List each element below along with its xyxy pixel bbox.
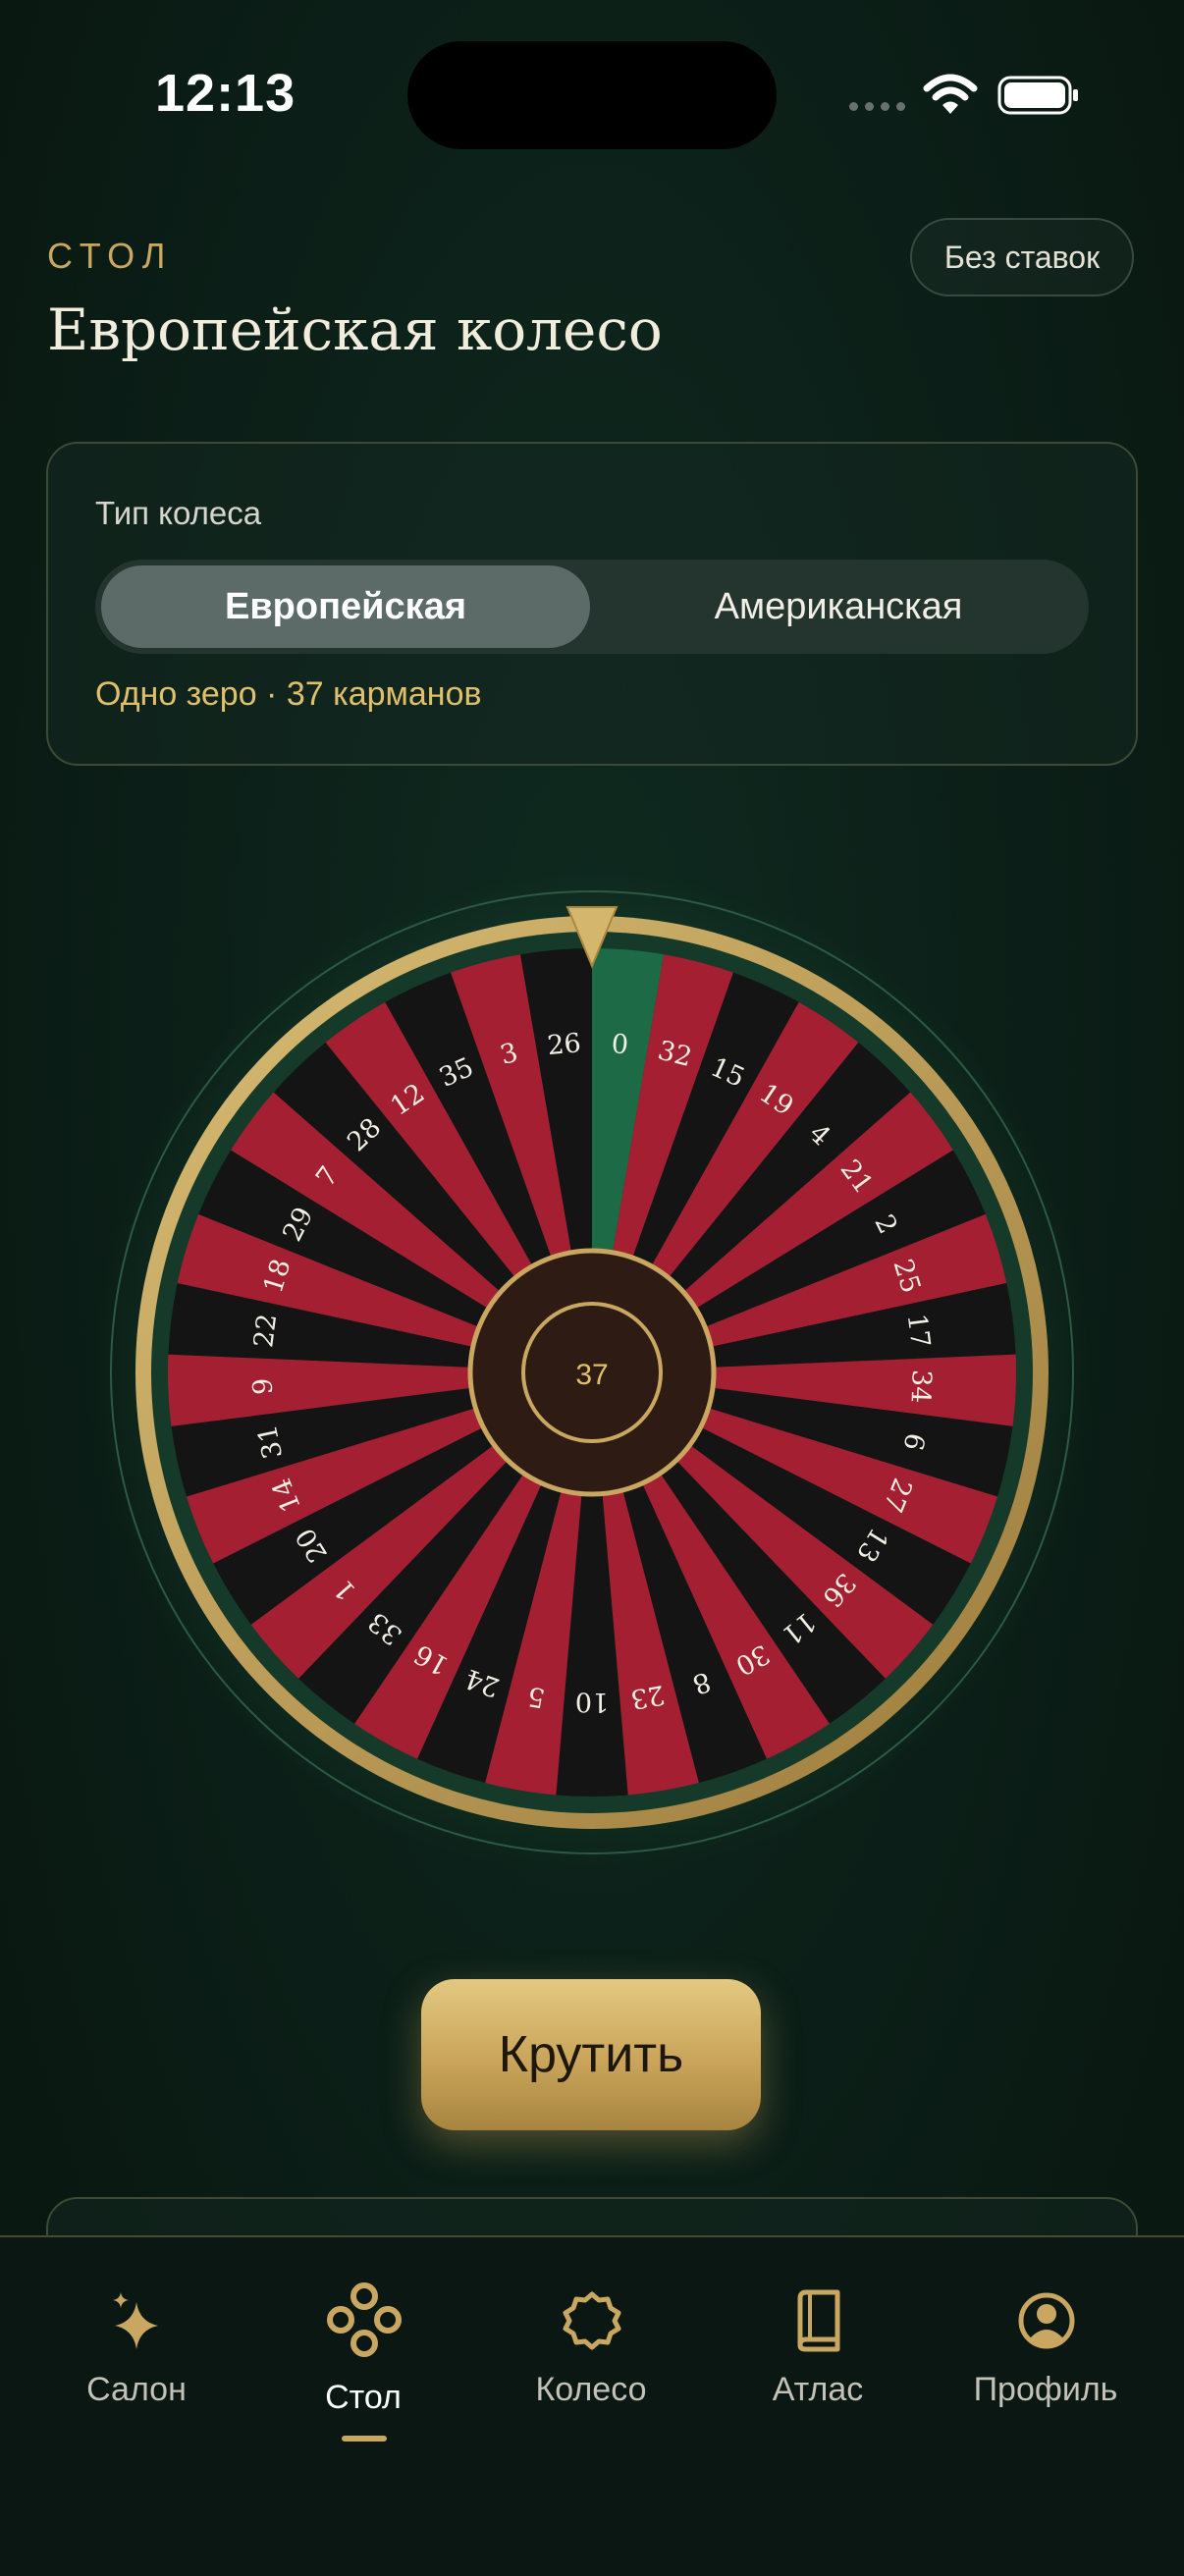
- profile-icon: [1018, 2292, 1075, 2349]
- tab-label: Салон: [86, 2371, 187, 2408]
- wheel-pocket-label: 17: [901, 1312, 936, 1349]
- book-icon: [797, 2289, 840, 2352]
- wheel-icon: [563, 2291, 621, 2350]
- tab-bar: Салон Стол Колесо Атлас Профиль: [0, 2235, 1184, 2576]
- cellular-signal-icon: [849, 102, 908, 116]
- page-title: Европейская колесо: [47, 296, 663, 363]
- roulette-wheel[interactable]: 0 32 1519421225173462713361130823105241633…: [0, 864, 1184, 1885]
- tab-salon[interactable]: Салон: [38, 2237, 235, 2473]
- section-eyebrow: СТОЛ: [47, 236, 174, 276]
- tab-atlas[interactable]: Атлас: [720, 2237, 916, 2473]
- wheel-pocket-label: 9: [247, 1377, 279, 1395]
- wheel-pocket-label: 34: [904, 1368, 936, 1404]
- status-time: 12:13: [155, 64, 296, 123]
- wheel-pocket-label: 22: [248, 1312, 283, 1349]
- tab-label: Профиль: [973, 2371, 1118, 2408]
- wheel-pocket-label: 23: [628, 1679, 667, 1714]
- tab-wheel[interactable]: Колесо: [493, 2237, 689, 2473]
- chips-icon: [327, 2282, 402, 2357]
- wheel-type-note: Одно зеро · 37 карманов: [95, 675, 482, 713]
- wheel-type-card: Тип колеса Европейская Американская Одно…: [46, 442, 1138, 766]
- dynamic-island: [407, 41, 777, 149]
- wifi-icon: [923, 74, 978, 114]
- active-tab-indicator: [342, 2436, 387, 2442]
- tab-label: Атлас: [772, 2371, 864, 2408]
- status-bar: 12:13: [0, 0, 1184, 196]
- segment-american[interactable]: Американская: [594, 565, 1083, 648]
- tab-profile[interactable]: Профиль: [947, 2237, 1144, 2473]
- spin-button[interactable]: Крутить: [421, 1979, 761, 2130]
- tab-table[interactable]: Стол: [265, 2237, 461, 2473]
- tab-label: Колесо: [535, 2371, 647, 2408]
- no-bets-button[interactable]: Без ставок: [910, 218, 1134, 296]
- wheel-pocket-label: 10: [575, 1687, 609, 1717]
- wheel-pocket-label: 26: [546, 1028, 582, 1061]
- tab-label: Стол: [325, 2379, 402, 2416]
- battery-icon: [997, 76, 1078, 115]
- segment-european[interactable]: Европейская: [101, 565, 590, 648]
- wheel-type-segmented-control: Европейская Американская: [95, 560, 1089, 654]
- wheel-pocket-label: 0: [611, 1029, 630, 1060]
- wheel-center-label: 37: [575, 1359, 608, 1391]
- sparkle-icon: [113, 2292, 158, 2349]
- wheel-type-label: Тип колеса: [95, 495, 262, 531]
